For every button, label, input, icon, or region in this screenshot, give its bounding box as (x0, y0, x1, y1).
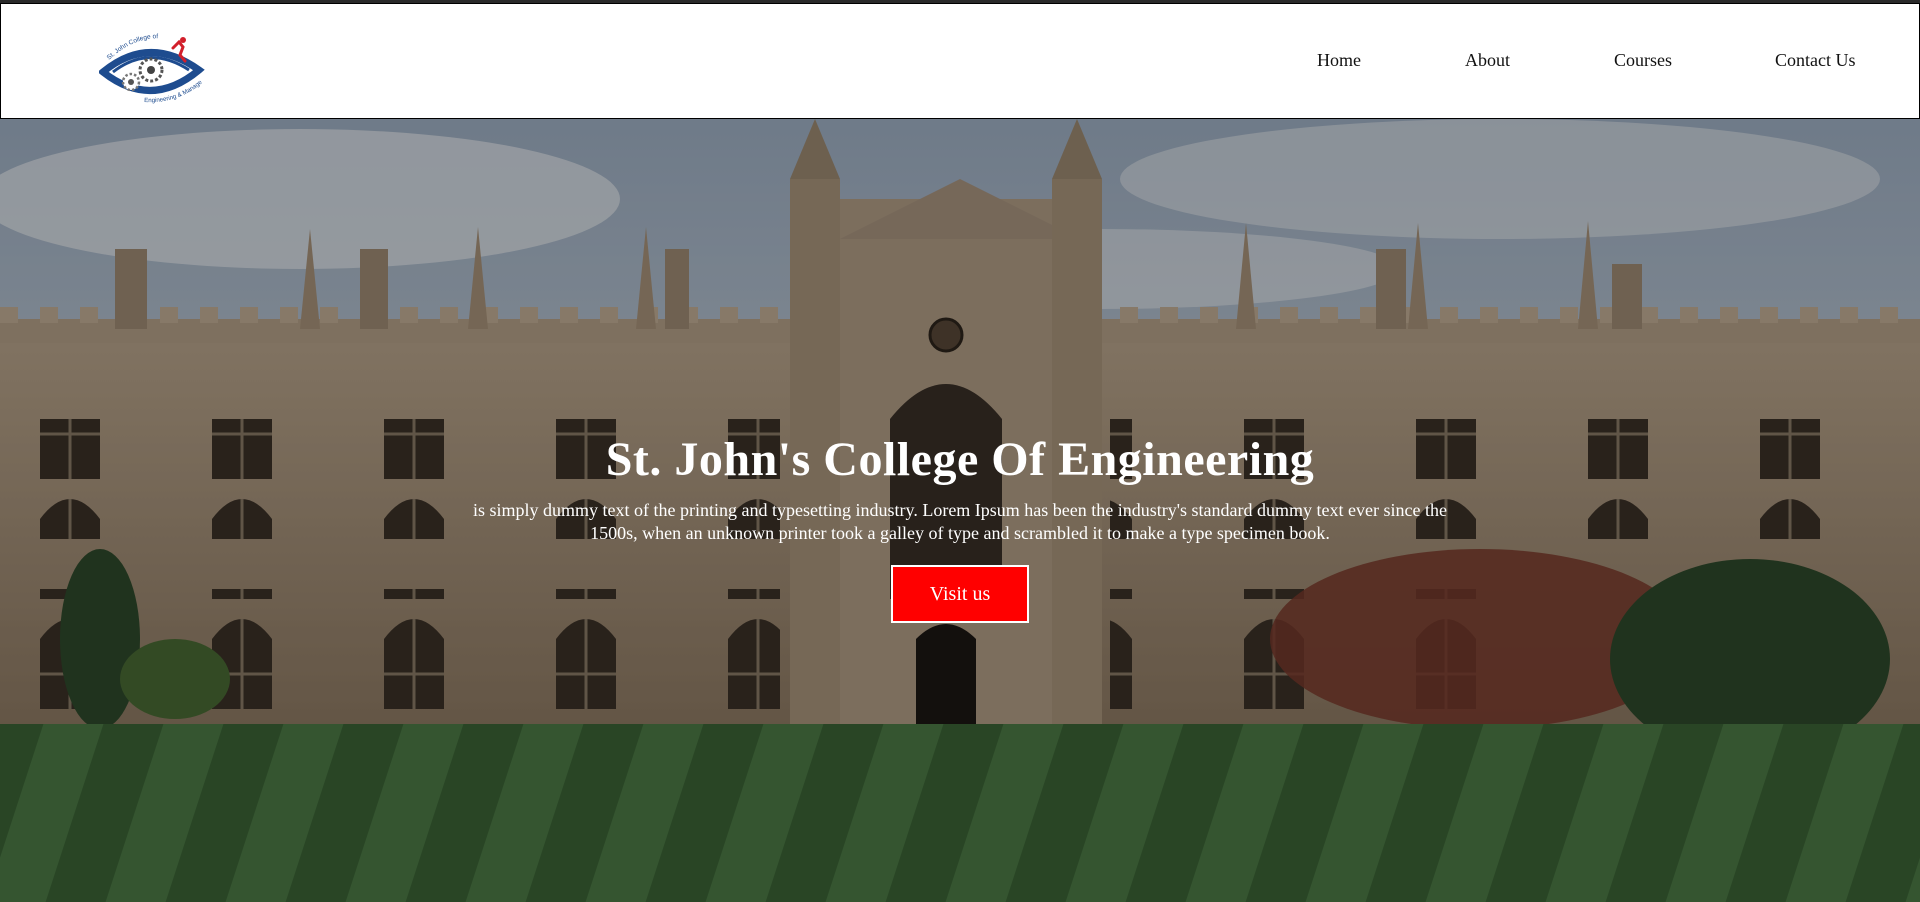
hero-section: St. John's College Of Engineering is sim… (0, 119, 1920, 902)
visit-us-button[interactable]: Visit us (891, 565, 1029, 623)
navbar: St. John College of Engineering & Manage… (0, 3, 1920, 119)
nav-contact-us-link[interactable]: Contact Us (1775, 50, 1856, 71)
hero-description: is simply dummy text of the printing and… (473, 500, 1447, 543)
college-logo[interactable]: St. John College of Engineering & Manage… (96, 25, 213, 108)
nav-about-link[interactable]: About (1465, 50, 1510, 71)
nav-courses-link[interactable]: Courses (1614, 50, 1672, 71)
nav-home-link[interactable]: Home (1317, 50, 1361, 71)
hero-title: St. John's College Of Engineering (605, 433, 1315, 486)
logo-emblem-icon: St. John College of Engineering & Manage… (96, 25, 205, 104)
